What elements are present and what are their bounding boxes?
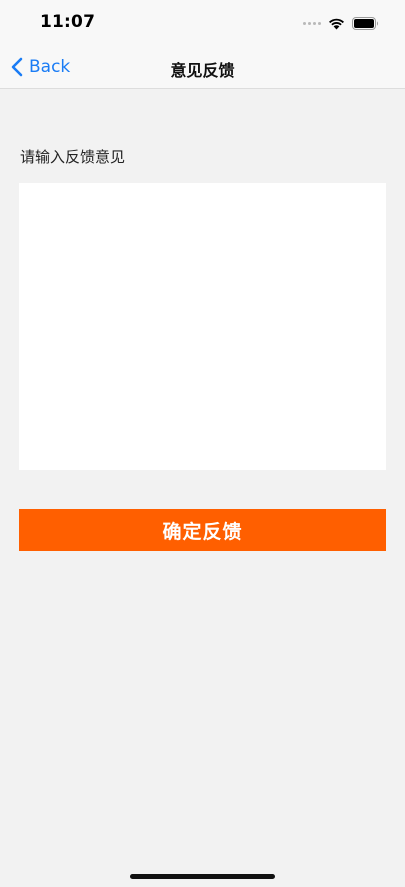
status-time: 11:07 bbox=[40, 12, 96, 32]
navigation-bar: Back 意见反馈 bbox=[0, 46, 405, 89]
status-icons bbox=[303, 15, 379, 31]
submit-feedback-button[interactable]: 确定反馈 bbox=[19, 509, 386, 551]
status-bar: 11:07 bbox=[0, 0, 405, 46]
wifi-icon bbox=[329, 18, 344, 29]
page-title: 意见反馈 bbox=[170, 61, 235, 80]
feedback-input[interactable] bbox=[19, 183, 386, 470]
home-indicator[interactable] bbox=[130, 874, 275, 879]
battery-icon bbox=[352, 16, 378, 30]
signal-dots-icon bbox=[303, 21, 321, 25]
feedback-label: 请输入反馈意见 bbox=[20, 148, 126, 166]
